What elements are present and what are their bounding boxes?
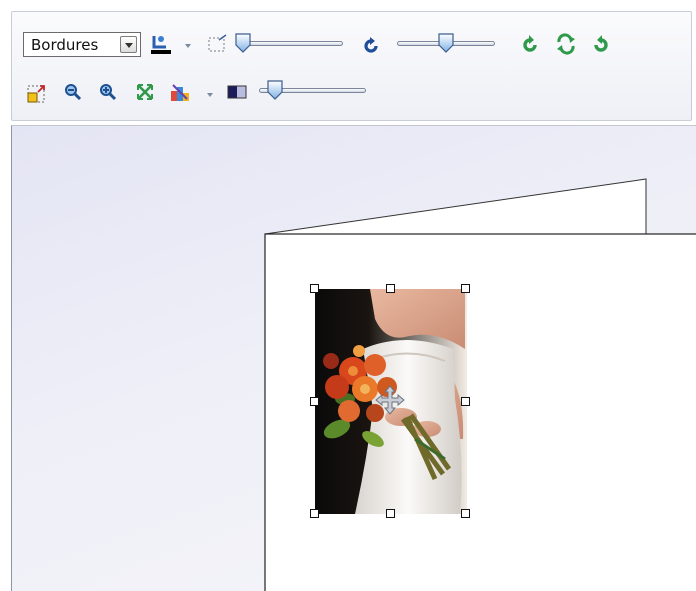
resize-handle-bottom-right[interactable] bbox=[461, 509, 470, 518]
fit-icon[interactable] bbox=[135, 82, 155, 102]
contrast-icon[interactable] bbox=[227, 84, 247, 104]
border-style-select[interactable]: Bordures bbox=[23, 32, 141, 57]
resize-handle-bottom-left[interactable] bbox=[310, 509, 319, 518]
image-toolbar: Bordures bbox=[11, 11, 692, 121]
zoom-out-icon[interactable] bbox=[63, 82, 83, 102]
rotate-both-icon[interactable] bbox=[555, 33, 575, 55]
rotate-right-icon[interactable] bbox=[591, 34, 611, 54]
card-back-panel bbox=[264, 178, 647, 235]
color-adjust-icon[interactable] bbox=[169, 81, 189, 101]
resize-handle-right[interactable] bbox=[461, 397, 470, 406]
border-style-value: Bordures bbox=[31, 36, 99, 54]
contrast-slider-thumb[interactable] bbox=[266, 79, 284, 101]
resize-handle-top-left[interactable] bbox=[310, 284, 319, 293]
resize-icon[interactable] bbox=[26, 82, 46, 103]
crop-slider-thumb[interactable] bbox=[234, 32, 252, 54]
color-adjust-dropdown-icon[interactable] bbox=[207, 93, 213, 97]
zoom-in-icon[interactable] bbox=[98, 82, 118, 102]
rotate-icon[interactable] bbox=[361, 36, 381, 56]
border-color-icon[interactable] bbox=[150, 33, 171, 54]
resize-handle-top-right[interactable] bbox=[461, 284, 470, 293]
crop-icon[interactable] bbox=[207, 34, 227, 54]
chevron-down-icon[interactable] bbox=[120, 36, 137, 53]
move-cursor-icon bbox=[375, 385, 405, 415]
resize-handle-bottom[interactable] bbox=[386, 509, 395, 518]
resize-handle-top[interactable] bbox=[386, 284, 395, 293]
crop-slider-track[interactable] bbox=[238, 41, 343, 46]
border-color-dropdown-icon[interactable] bbox=[185, 44, 191, 48]
rotate-left-icon[interactable] bbox=[520, 34, 540, 54]
resize-handle-left[interactable] bbox=[310, 397, 319, 406]
rotation-slider-thumb[interactable] bbox=[437, 32, 455, 54]
card-canvas-area[interactable] bbox=[11, 125, 696, 591]
